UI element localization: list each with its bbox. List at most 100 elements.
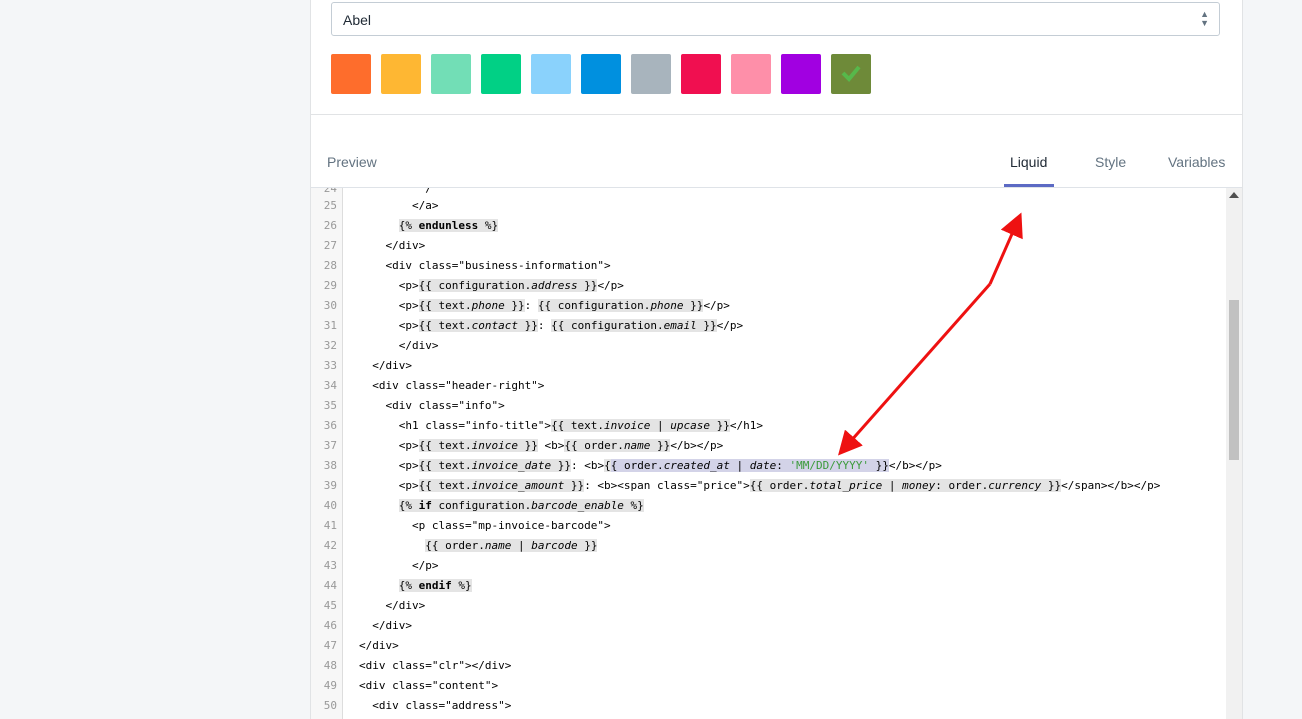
code-text: </a> — [359, 199, 439, 212]
code-line: 41 <p class="mp-invoice-barcode"> — [311, 516, 1226, 536]
line-number: 33 — [323, 359, 337, 372]
code-line: 30 <p>{{ text.phone }}: {{ configuration… — [311, 296, 1226, 316]
code-text: <div class="header-right"> — [359, 379, 545, 392]
code-line: 44 {% endif %} — [311, 576, 1226, 596]
code-line: 32 </div> — [311, 336, 1226, 356]
code-line: 27 </div> — [311, 236, 1226, 256]
code-line: 35 <div class="info"> — [311, 396, 1226, 416]
code-line: 39 <p>{{ text.invoice_amount }}: <b><spa… — [311, 476, 1226, 496]
tab-liquid[interactable]: Liquid — [1010, 154, 1047, 170]
code-line: 26 {% endunless %} — [311, 216, 1226, 236]
scrollbar-thumb[interactable] — [1229, 300, 1239, 460]
code-text: <p>{{ text.invoice }} <b>{{ order.name }… — [359, 439, 724, 452]
code-text: <h1 class="info-title">{{ text.invoice |… — [359, 419, 764, 432]
code-text: <p>{{ text.invoice_date }}: <b>{{ order.… — [359, 459, 942, 472]
line-number: 38 — [323, 459, 337, 472]
code-text: <div class="content"> — [359, 679, 499, 692]
tab-variables[interactable]: Variables — [1168, 154, 1225, 170]
line-number: 44 — [323, 579, 337, 592]
line-number: 25 — [323, 199, 337, 212]
code-text: </div> — [359, 359, 412, 372]
color-swatch[interactable] — [781, 54, 821, 94]
color-swatch[interactable] — [381, 54, 421, 94]
code-line: 45 </div> — [311, 596, 1226, 616]
line-number: 47 — [323, 639, 337, 652]
code-line: 31 <p>{{ text.contact }}: {{ configurati… — [311, 316, 1226, 336]
code-text: </div> — [359, 339, 439, 352]
line-number: 50 — [323, 699, 337, 712]
code-text: </div> — [359, 619, 412, 632]
color-swatch[interactable] — [831, 54, 871, 94]
line-number: 35 — [323, 399, 337, 412]
line-number: 43 — [323, 559, 337, 572]
color-swatch[interactable] — [731, 54, 771, 94]
code-line: 33 </div> — [311, 356, 1226, 376]
vertical-scrollbar[interactable] — [1226, 188, 1242, 719]
color-swatch[interactable] — [681, 54, 721, 94]
code-text: <p>{{ configuration.address }}</p> — [359, 279, 624, 292]
line-number: 26 — [323, 219, 337, 232]
color-swatch[interactable] — [631, 54, 671, 94]
code-text: {% if configuration.barcode_enable %} — [398, 499, 644, 512]
code-text: <p>{{ text.contact }}: {{ configuration.… — [359, 319, 744, 332]
code-text: <p>{{ text.invoice_amount }}: <b><span c… — [359, 479, 1161, 492]
line-number: 39 — [323, 479, 337, 492]
code-line: 43 </p> — [311, 556, 1226, 576]
code-text: {% endunless %} — [398, 219, 499, 232]
line-number: 27 — [323, 239, 337, 252]
code-text: </p> — [359, 559, 439, 572]
code-text: {% endif %} — [398, 579, 472, 592]
line-number: 34 — [323, 379, 337, 392]
code-text: <p class="mp-invoice-barcode"> — [359, 519, 611, 532]
line-number: 40 — [323, 499, 337, 512]
code-text: </div> — [359, 639, 399, 652]
code-text: <div class="info"> — [359, 399, 505, 412]
code-line: 50 <div class="address"> — [311, 696, 1226, 716]
line-number: 30 — [323, 299, 337, 312]
code-line: 40 {% if configuration.barcode_enable %} — [311, 496, 1226, 516]
line-number: 32 — [323, 339, 337, 352]
line-number: 36 — [323, 419, 337, 432]
code-line: 49 <div class="content"> — [311, 676, 1226, 696]
line-number: 28 — [323, 259, 337, 272]
line-number: 37 — [323, 439, 337, 452]
code-text: </div> — [359, 599, 426, 612]
color-swatch[interactable] — [531, 54, 571, 94]
font-select-value: Abel — [343, 12, 372, 28]
tab-style[interactable]: Style — [1095, 154, 1126, 170]
template-editor-panel: Abel ▲ ▼ Preview Liquid Style Variables 2… — [310, 0, 1243, 719]
line-number: 42 — [323, 539, 337, 552]
code-text: <div class="address"> — [359, 699, 512, 712]
checkmark-icon — [841, 65, 861, 82]
color-swatch[interactable] — [481, 54, 521, 94]
code-text: <div class="business-information"> — [359, 259, 611, 272]
code-line: 46 </div> — [311, 616, 1226, 636]
code-line: 37 <p>{{ text.invoice }} <b>{{ order.nam… — [311, 436, 1226, 456]
code-line: 47 </div> — [311, 636, 1226, 656]
code-line: 25 </a> — [311, 196, 1226, 216]
code-text: <div class="clr"></div> — [359, 659, 512, 672]
color-swatch[interactable] — [331, 54, 371, 94]
code-line: 36 <h1 class="info-title">{{ text.invoic… — [311, 416, 1226, 436]
line-number: 49 — [323, 679, 337, 692]
code-text: </div> — [359, 239, 426, 252]
code-text: {{ order.name | barcode }} — [425, 539, 598, 552]
line-number: 29 — [323, 279, 337, 292]
code-line: 28 <div class="business-information"> — [311, 256, 1226, 276]
font-select[interactable]: Abel ▲ ▼ — [331, 2, 1220, 36]
code-line: 29 <p>{{ configuration.address }}</p> — [311, 276, 1226, 296]
tab-preview[interactable]: Preview — [327, 154, 377, 170]
code-line: 38 <p>{{ text.invoice_date }}: <b>{{ ord… — [311, 456, 1226, 476]
line-number: 41 — [323, 519, 337, 532]
section-divider — [311, 114, 1242, 115]
line-number: 46 — [323, 619, 337, 632]
code-text: <p>{{ text.phone }}: {{ configuration.ph… — [359, 299, 730, 312]
code-editor[interactable]: 24 / 25 </a> 26 {% endunless %} 27 </div> 2… — [311, 188, 1242, 719]
line-number: 45 — [323, 599, 337, 612]
line-number: 31 — [323, 319, 337, 332]
line-number: 48 — [323, 659, 337, 672]
select-arrows-icon: ▲ ▼ — [1200, 9, 1209, 28]
scroll-up-arrow-icon[interactable] — [1229, 192, 1239, 198]
color-swatch[interactable] — [581, 54, 621, 94]
color-swatch[interactable] — [431, 54, 471, 94]
